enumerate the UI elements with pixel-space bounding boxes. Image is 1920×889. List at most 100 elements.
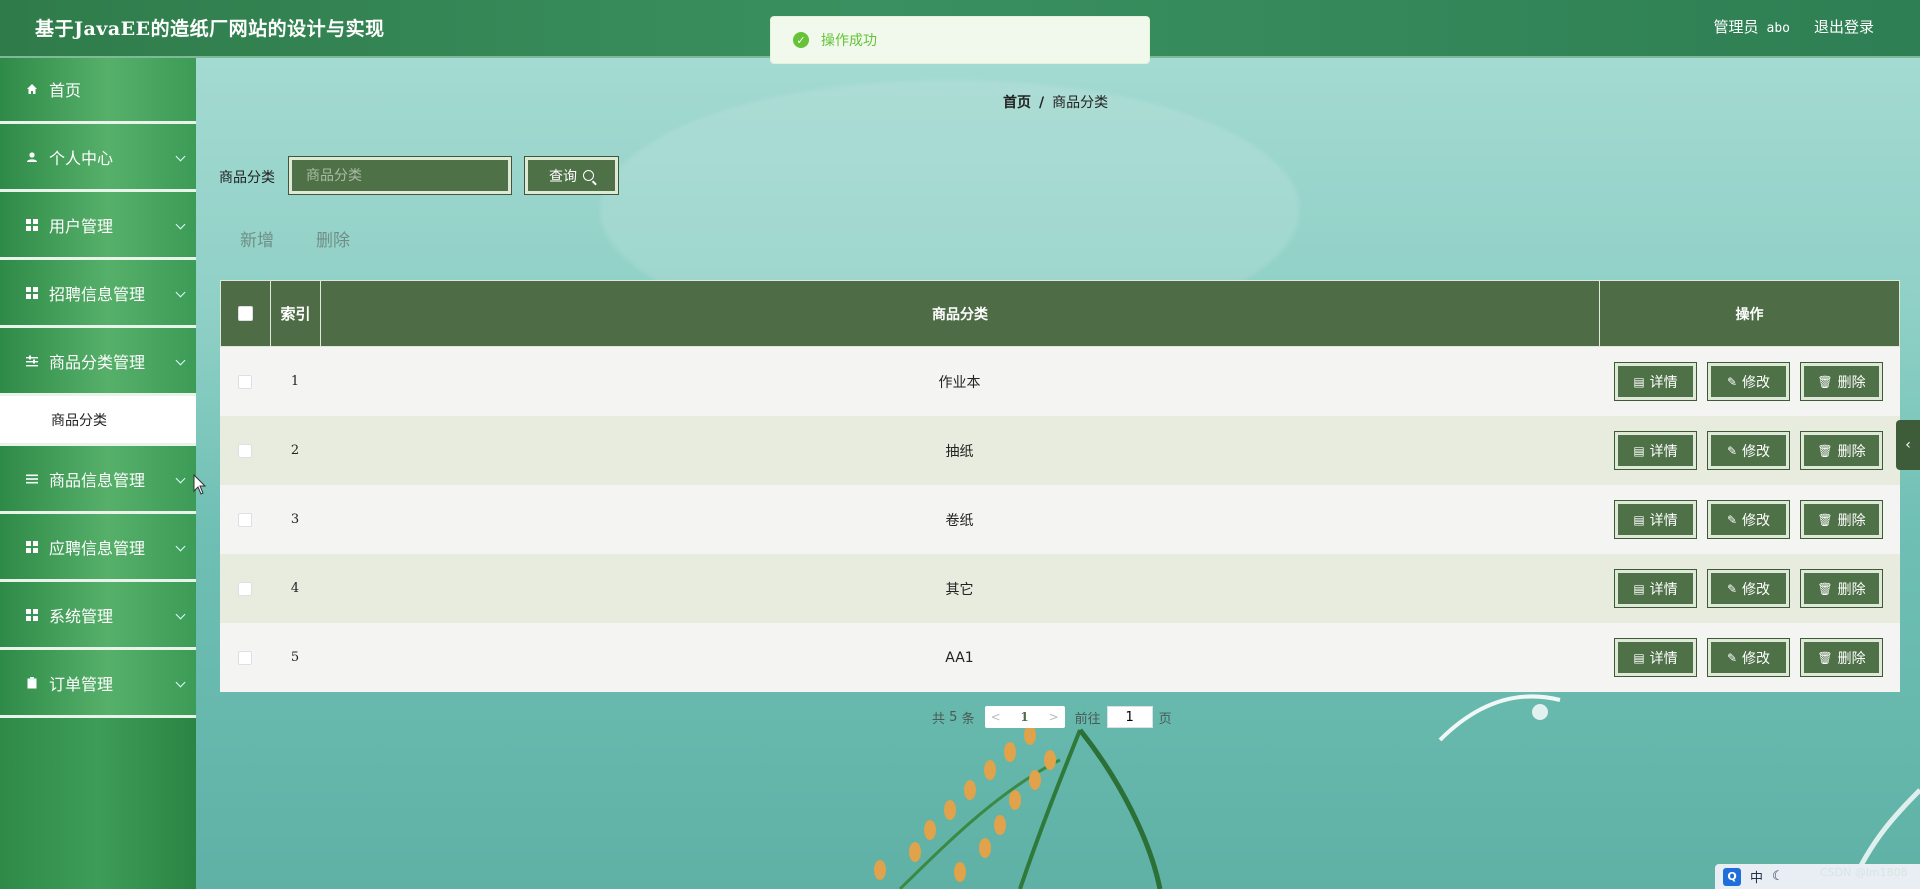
delete-button[interactable]: 🗑 删除 xyxy=(1800,362,1883,401)
table-row: 4 其它 ▤ 详情 ✎ 修改 🗑 删除 xyxy=(220,554,1900,623)
edit-button[interactable]: ✎ 修改 xyxy=(1707,431,1790,470)
row-category-name: 卷纸 xyxy=(945,512,974,529)
delete-button-label: 删除 xyxy=(1837,443,1866,460)
sidebar-item-label: 订单管理 xyxy=(49,674,114,694)
delete-button[interactable]: 🗑 删除 xyxy=(1800,431,1883,470)
sidebar-item-system-management[interactable]: 系统管理 xyxy=(0,582,196,650)
sidebar-item-application-management[interactable]: 应聘信息管理 xyxy=(0,514,196,582)
delete-button-label: 删除 xyxy=(1837,650,1866,667)
row-checkbox[interactable] xyxy=(238,581,252,596)
goto-prefix: 前往 xyxy=(1074,711,1101,727)
pencil-icon: ✎ xyxy=(1726,512,1738,527)
query-button-label: 查询 xyxy=(549,168,577,185)
row-index: 1 xyxy=(290,374,300,389)
edit-button[interactable]: ✎ 修改 xyxy=(1707,500,1790,539)
home-icon xyxy=(25,82,39,96)
edit-button[interactable]: ✎ 修改 xyxy=(1707,362,1790,401)
sidebar-item-product-management[interactable]: 商品信息管理 xyxy=(0,446,196,514)
pagination: 共 5 条 < 1 > 前往 页 xyxy=(932,706,1172,728)
success-toast: ✓ 操作成功 xyxy=(770,16,1150,64)
logout-button[interactable]: 退出登录 xyxy=(1814,16,1874,37)
row-checkbox[interactable] xyxy=(238,512,252,527)
next-page-icon[interactable]: > xyxy=(1043,710,1065,724)
row-index: 4 xyxy=(290,581,300,596)
delete-button[interactable]: 🗑 删除 xyxy=(1800,569,1883,608)
row-checkbox-cell xyxy=(220,554,270,623)
sidebar-item-recruitment[interactable]: 招聘信息管理 xyxy=(0,260,196,328)
batch-delete-button[interactable]: 删除 xyxy=(316,226,350,251)
pencil-icon: ✎ xyxy=(1726,443,1738,458)
table-row: 3 卷纸 ▤ 详情 ✎ 修改 🗑 删除 xyxy=(220,485,1900,554)
sidebar-item-order-management[interactable]: 订单管理 xyxy=(0,650,196,718)
chevron-down-icon xyxy=(175,541,186,552)
breadcrumb-home[interactable]: 首页 xyxy=(1003,95,1031,111)
trash-icon: 🗑 xyxy=(1817,581,1833,596)
detail-button[interactable]: ▤ 详情 xyxy=(1614,569,1697,608)
moon-icon[interactable]: ☾ xyxy=(1772,869,1784,884)
pencil-icon: ✎ xyxy=(1726,374,1738,389)
row-checkbox[interactable] xyxy=(238,443,252,458)
chevron-down-icon xyxy=(175,677,186,688)
row-operations: ▤ 详情 ✎ 修改 🗑 删除 xyxy=(1599,416,1898,485)
sidebar-item-home[interactable]: 首页 xyxy=(0,56,196,124)
sliders-icon xyxy=(25,354,39,368)
detail-button-label: 详情 xyxy=(1649,650,1678,667)
detail-button[interactable]: ▤ 详情 xyxy=(1614,638,1697,677)
document-icon: ▤ xyxy=(1633,512,1645,527)
chevron-down-icon xyxy=(175,355,186,366)
sidebar-item-user-management[interactable]: 用户管理 xyxy=(0,192,196,260)
search-label: 商品分类 xyxy=(219,170,275,186)
toast-message: 操作成功 xyxy=(821,33,877,49)
category-table: 索引 商品分类 操作 1 作业本 ▤ 详情 ✎ 修改 🗑 删除 2 抽纸 ▤ 详情 ✎ 修… xyxy=(220,280,1900,692)
document-icon: ▤ xyxy=(1633,581,1645,596)
sidebar-subitem-category[interactable]: 商品分类 xyxy=(0,396,196,446)
goto-page-input[interactable] xyxy=(1106,706,1153,728)
row-category-name: 其它 xyxy=(945,581,974,598)
sidebar: 首页 个人中心 用户管理 招聘信息管理 商品分类管理 商品分类 商品信息管理 应… xyxy=(0,56,196,889)
delete-button[interactable]: 🗑 删除 xyxy=(1800,638,1883,677)
detail-button-label: 详情 xyxy=(1649,512,1678,529)
sidebar-item-personal-center[interactable]: 个人中心 xyxy=(0,124,196,192)
table-header: 索引 商品分类 操作 xyxy=(220,280,1900,347)
header-category: 商品分类 xyxy=(321,281,1600,346)
add-button[interactable]: 新增 xyxy=(240,226,274,251)
grid-icon xyxy=(25,286,39,300)
edit-button[interactable]: ✎ 修改 xyxy=(1707,569,1790,608)
prev-page-icon[interactable]: < xyxy=(985,710,1007,724)
edit-button-label: 修改 xyxy=(1742,512,1771,529)
category-search-input[interactable] xyxy=(288,156,512,195)
header-checkbox-cell xyxy=(221,281,271,346)
row-category-name: 作业本 xyxy=(938,374,981,391)
sidebar-item-label: 商品信息管理 xyxy=(49,470,146,490)
row-checkbox[interactable] xyxy=(238,374,252,389)
edit-button[interactable]: ✎ 修改 xyxy=(1707,638,1790,677)
user-icon xyxy=(25,150,39,164)
chevron-down-icon xyxy=(175,287,186,298)
select-all-checkbox[interactable] xyxy=(238,306,253,321)
list-icon xyxy=(25,472,39,486)
row-index: 5 xyxy=(290,650,300,665)
sidebar-item-label: 招聘信息管理 xyxy=(49,284,146,304)
qq-icon[interactable]: Q xyxy=(1723,867,1741,886)
sidebar-item-category-management[interactable]: 商品分类管理 xyxy=(0,328,196,396)
detail-button[interactable]: ▤ 详情 xyxy=(1614,362,1697,401)
detail-button[interactable]: ▤ 详情 xyxy=(1614,431,1697,470)
row-checkbox[interactable] xyxy=(238,650,252,665)
search-icon xyxy=(583,170,594,181)
collapse-panel-tab[interactable]: ‹ xyxy=(1896,420,1920,470)
detail-button[interactable]: ▤ 详情 xyxy=(1614,500,1697,539)
breadcrumb: 首页 / 商品分类 xyxy=(1003,92,1108,112)
grid-icon xyxy=(25,608,39,622)
delete-button-label: 删除 xyxy=(1837,581,1866,598)
detail-button-label: 详情 xyxy=(1649,443,1678,460)
mouse-cursor-icon xyxy=(193,474,207,495)
sidebar-item-label: 首页 xyxy=(49,80,82,100)
user-name: abo xyxy=(1766,21,1790,36)
delete-button[interactable]: 🗑 删除 xyxy=(1800,500,1883,539)
ime-indicator[interactable]: 中 xyxy=(1750,867,1763,886)
goto-suffix: 页 xyxy=(1158,711,1172,727)
query-button[interactable]: 查询 xyxy=(524,156,619,195)
row-checkbox-cell xyxy=(220,485,270,554)
current-page[interactable]: 1 xyxy=(1007,710,1043,724)
detail-button-label: 详情 xyxy=(1649,374,1678,391)
